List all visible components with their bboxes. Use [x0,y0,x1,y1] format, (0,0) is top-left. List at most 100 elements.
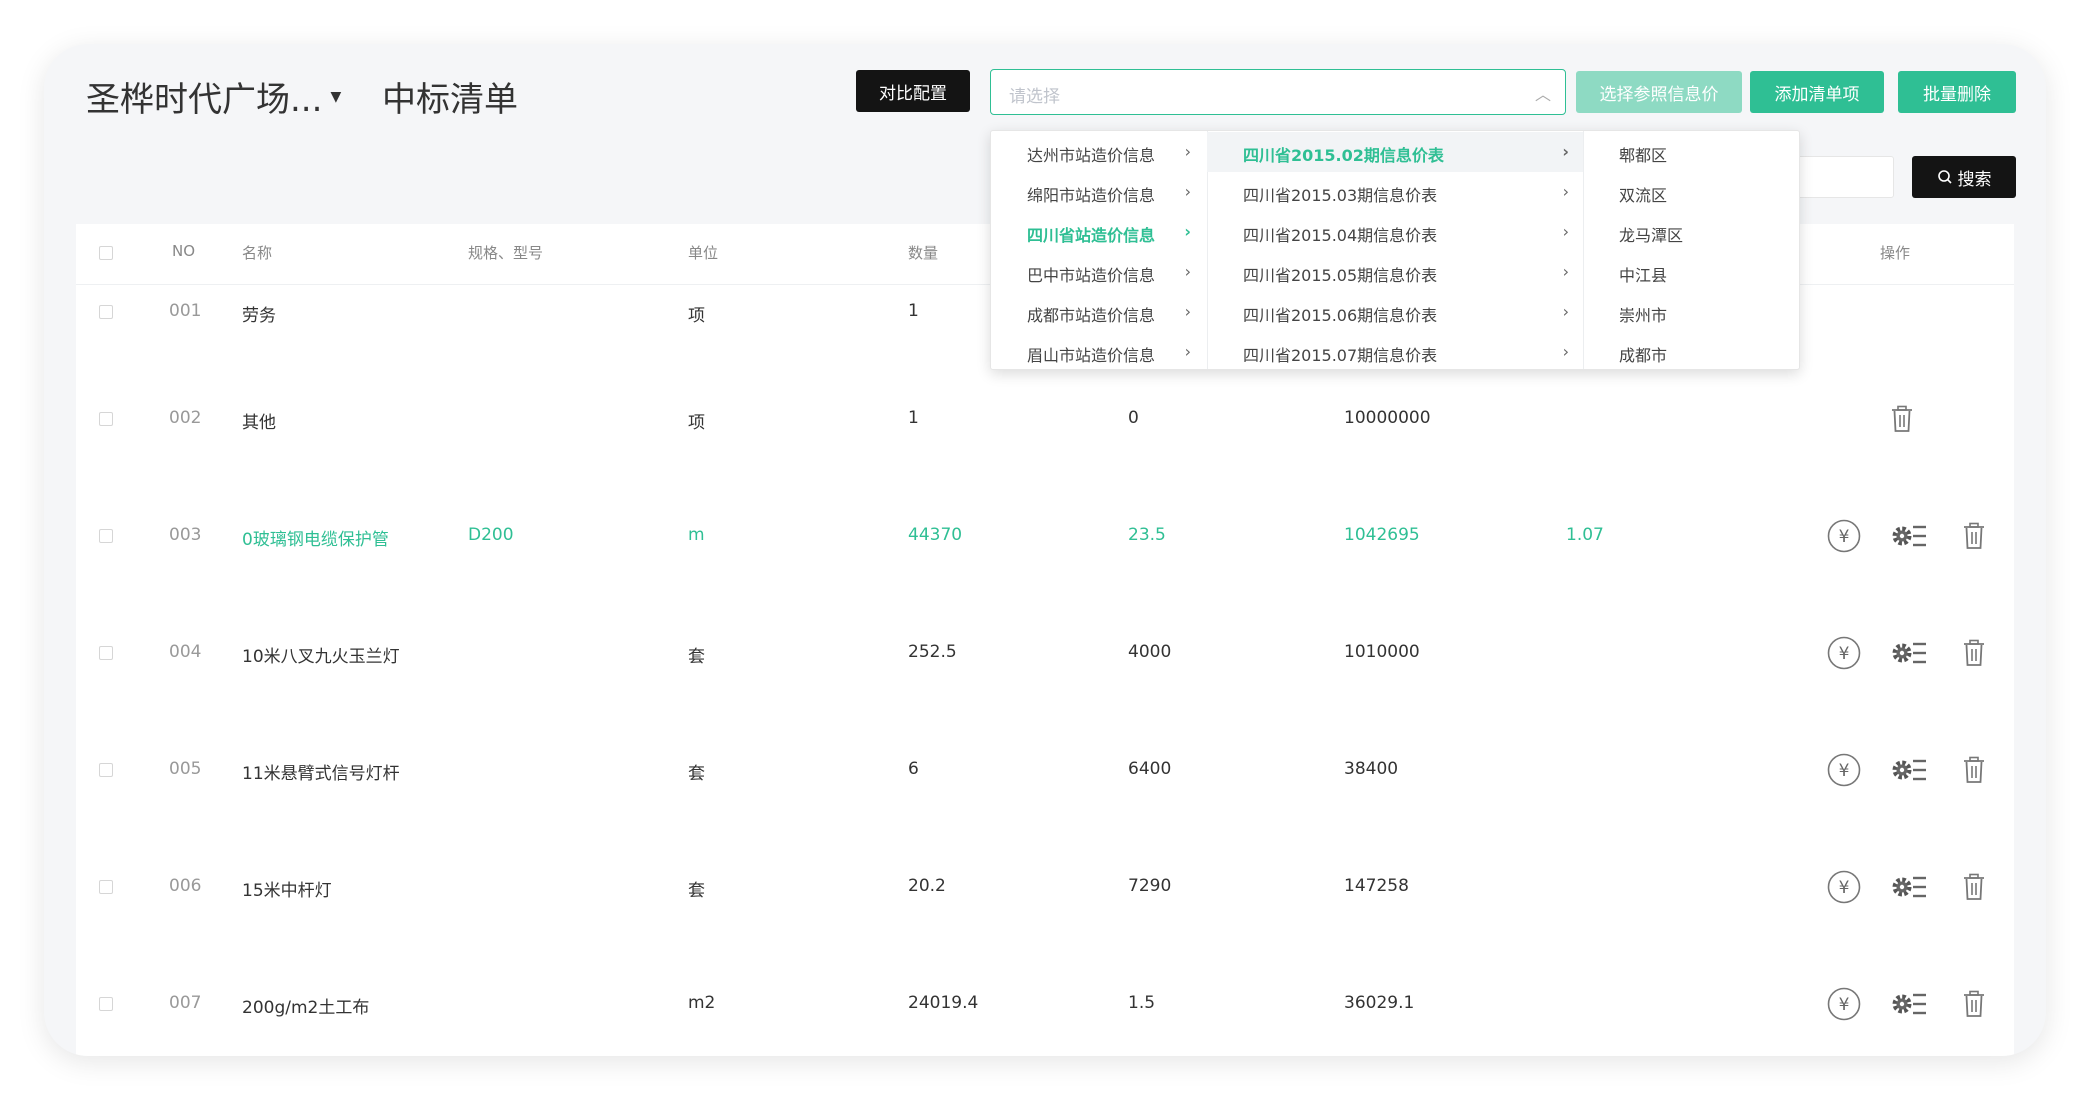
yuan-price-icon[interactable]: ¥ [1826,986,1862,1022]
cascader-source-option-label: 达州市站造价信息 [1027,146,1156,165]
batch-delete-button[interactable]: 批量删除 [1898,71,2016,113]
row-checkbox[interactable] [99,646,113,660]
cascader-period-option[interactable]: 四川省2015.06期信息价表 › [1207,292,1583,332]
row-checkbox[interactable] [99,412,113,426]
row-checkbox[interactable] [99,763,113,777]
svg-text:¥: ¥ [1839,995,1850,1015]
cell-no: 003 [169,525,202,545]
project-selector[interactable]: 圣桦时代广场... ▼ [86,72,341,121]
chevron-right-icon: › [1184,142,1191,161]
settings-list-icon[interactable] [1890,871,1928,903]
cascader-region-option[interactable]: 双流区 [1583,172,1799,212]
cascader-dropdown: 达州市站造价信息 › 绵阳市站造价信息 › 四川省站造价信息 › 巴中市站造价信息 › 成都市站… [990,130,1800,370]
add-item-button[interactable]: 添加清单项 [1750,71,1884,113]
cascader-source-option[interactable]: 眉山市站造价信息 › [991,332,1207,369]
cascader-source-option[interactable]: 成都市站造价信息 › [991,292,1207,332]
table-row[interactable]: 005 11米悬臂式信号灯杆 套 6 6400 38400 ¥ [76,722,2014,839]
cell-qty: 20.2 [908,876,946,896]
page-title: 中标清单 [382,80,518,120]
cascader-source-option[interactable]: 绵阳市站造价信息 › [991,172,1207,212]
table-row[interactable]: 006 15米中杆灯 套 20.2 7290 147258 ¥ [76,839,2014,956]
cell-unit: m2 [688,993,716,1013]
cell-qty: 1 [908,408,919,428]
cell-unit: 项 [688,306,705,326]
chevron-right-icon: › [1184,182,1191,201]
trash-icon[interactable] [1886,403,1918,435]
cell-qty: 6 [908,759,919,779]
info-price-select[interactable]: 请选择 ︿ [990,69,1566,115]
cascader-period-option[interactable]: 四川省2015.04期信息价表 › [1207,212,1583,252]
settings-list-icon[interactable] [1890,637,1928,669]
table-row[interactable]: 007 200g/m2土工布 m2 24019.4 1.5 36029.1 ¥ [76,956,2014,1056]
cell-name: 劳务 [242,306,276,326]
cell-no: 006 [169,876,202,896]
cascader-region-option[interactable]: 崇州市 [1583,292,1799,332]
trash-icon[interactable] [1958,754,1990,786]
table-row[interactable]: 004 10米八叉九火玉兰灯 套 252.5 4000 1010000 ¥ [76,605,2014,722]
cell-no: 001 [169,301,202,321]
cascader-source-option[interactable]: 巴中市站造价信息 › [991,252,1207,292]
table-row[interactable]: 003 0玻璃钢电缆保护管 D200 m 44370 23.5 1042695 1.07 ¥ [76,488,2014,605]
settings-list-icon[interactable] [1890,754,1928,786]
svg-text:¥: ¥ [1839,527,1850,547]
select-all-checkbox[interactable] [99,246,113,260]
row-checkbox[interactable] [99,305,113,319]
trash-icon[interactable] [1958,520,1990,552]
chevron-right-icon: › [1184,302,1191,321]
col-spec: 规格、型号 [468,244,544,262]
cell-name: 11米悬臂式信号灯杆 [242,764,400,784]
cell-total: 147258 [1344,876,1409,896]
chevron-right-icon: › [1562,222,1569,241]
cascader-source-option[interactable]: 四川省站造价信息 › [991,212,1207,252]
cell-total: 38400 [1344,759,1399,779]
cell-spec: D200 [468,525,514,545]
cascader-period-option[interactable]: 四川省2015.07期信息价表 › [1207,332,1583,369]
yuan-price-icon[interactable]: ¥ [1826,869,1862,905]
cascader-region-column: 郫都区双流区 龙马潭区 中江县 崇州市 成都市 [1583,131,1799,369]
cell-qty: 44370 [908,525,963,545]
cascader-region-option[interactable]: 郫都区 [1583,132,1799,172]
cascader-period-option-label: 四川省2015.04期信息价表 [1243,226,1438,245]
cascader-period-option[interactable]: 四川省2015.03期信息价表 › [1207,172,1583,212]
svg-text:¥: ¥ [1839,644,1850,664]
col-no: NO [172,242,196,260]
compare-config-button[interactable]: 对比配置 [856,70,970,112]
select-ref-price-button[interactable]: 选择参照信息价 [1576,71,1742,113]
row-checkbox[interactable] [99,529,113,543]
search-button[interactable]: 搜索 [1912,156,2016,198]
yuan-price-icon[interactable]: ¥ [1826,635,1862,671]
chevron-right-icon: › [1562,262,1569,281]
cascader-region-option[interactable]: 中江县 [1583,252,1799,292]
cascader-period-option-label: 四川省2015.05期信息价表 [1243,266,1438,285]
settings-list-icon[interactable] [1890,520,1928,552]
cascader-region-option-label: 郫都区 [1619,146,1668,165]
col-qty: 数量 [908,244,939,262]
cell-total: 1042695 [1344,525,1420,545]
yuan-price-icon[interactable]: ¥ [1826,518,1862,554]
settings-list-icon[interactable] [1890,988,1928,1020]
cascader-period-option[interactable]: 四川省2015.05期信息价表 › [1207,252,1583,292]
cell-total: 10000000 [1344,408,1431,428]
trash-icon[interactable] [1958,871,1990,903]
cascader-source-option[interactable]: 达州市站造价信息 › [991,132,1207,172]
col-unit: 单位 [688,244,719,262]
trash-icon[interactable] [1958,637,1990,669]
cell-unit: m [688,525,705,545]
cell-price: 4000 [1128,642,1172,662]
chevron-right-icon: › [1184,262,1191,281]
row-checkbox[interactable] [99,997,113,1011]
search-input[interactable] [1784,156,1894,198]
chevron-up-icon: ︿ [1534,85,1551,104]
row-checkbox[interactable] [99,880,113,894]
cascader-region-option[interactable]: 龙马潭区 [1583,212,1799,252]
yuan-price-icon[interactable]: ¥ [1826,752,1862,788]
table-row[interactable]: 002 其他 项 1 0 10000000 [76,371,2014,488]
cascader-region-option[interactable]: 成都市 [1583,332,1799,369]
cascader-source-option-label: 眉山市站造价信息 [1027,346,1156,365]
trash-icon[interactable] [1958,988,1990,1020]
cell-price: 0 [1128,408,1139,428]
cell-name: 10米八叉九火玉兰灯 [242,647,400,667]
col-ops: 操作 [1880,244,1911,262]
project-name: 圣桦时代广场... [86,80,323,120]
cascader-period-option[interactable]: 四川省2015.02期信息价表 › [1207,132,1583,172]
